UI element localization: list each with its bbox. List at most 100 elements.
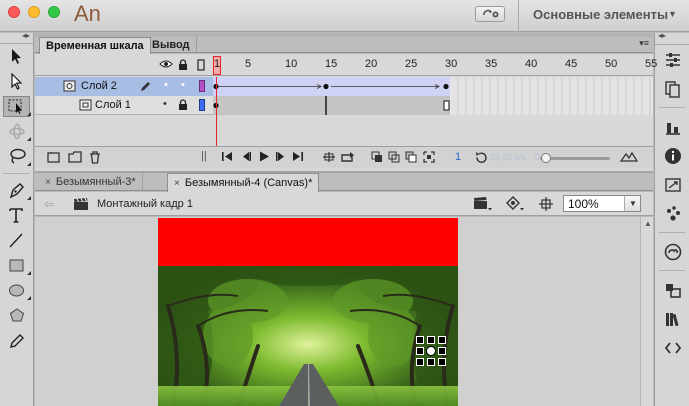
frame-ruler[interactable]: 1 5 10 15 20 25 30 35 40 45 50 55 60 [213, 54, 657, 76]
transform-handle-bottom-left[interactable] [416, 358, 424, 366]
panel-splitter-grip[interactable]: || [201, 150, 207, 162]
3d-rotation-icon [9, 123, 25, 140]
history-icon[interactable] [475, 151, 488, 164]
tree-tunnel-photo[interactable] [158, 266, 458, 406]
transform-panel-button[interactable] [655, 170, 689, 199]
close-tab-icon[interactable]: × [45, 177, 51, 188]
scroll-up-icon[interactable]: ▲ [644, 219, 652, 228]
subselection-tool[interactable] [0, 69, 34, 94]
tab-document-3[interactable]: × Безымянный-3* [39, 173, 143, 191]
pencil-icon [10, 334, 24, 348]
zoom-window-button[interactable] [48, 6, 60, 18]
collapse-panel-icon[interactable]: ◂▸ [22, 31, 30, 40]
ruler-label: 45 [565, 58, 578, 70]
outline-icon[interactable] [197, 59, 205, 71]
layer-color-swatch[interactable] [199, 99, 205, 111]
transform-handle-top-right[interactable] [438, 336, 446, 344]
stage-canvas[interactable] [158, 218, 458, 406]
edit-multiple-frames-icon[interactable] [405, 151, 417, 163]
components-panel-button[interactable] [655, 275, 689, 304]
properties-panel-button[interactable] [655, 45, 689, 74]
free-transform-tool[interactable] [0, 94, 34, 119]
layer-color-swatch[interactable] [199, 80, 205, 92]
line-tool[interactable] [0, 228, 34, 253]
sync-settings-button[interactable] [475, 6, 505, 22]
text-tool[interactable] [0, 203, 34, 228]
tab-timeline[interactable]: Временная шкала [39, 37, 151, 54]
lock-dot[interactable]: • [181, 79, 185, 91]
timeline-zoom-thumb[interactable] [541, 153, 551, 163]
cc-libraries-button[interactable] [655, 237, 689, 266]
panel-dock-grip[interactable]: ◂▸ [655, 31, 689, 45]
fps-readout[interactable]: 25,00 к/с [490, 152, 526, 162]
oval-tool[interactable] [0, 278, 34, 303]
onion-skin-outlines-icon[interactable] [388, 151, 400, 163]
vertical-scrollbar[interactable]: ▲ [640, 217, 653, 406]
lock-icon[interactable] [178, 99, 188, 111]
transform-handle-top-left[interactable] [416, 336, 424, 344]
play-icon[interactable] [258, 151, 270, 162]
library-panel-button[interactable] [655, 74, 689, 103]
color-panel-button[interactable] [655, 199, 689, 228]
close-window-button[interactable] [8, 6, 20, 18]
zoom-select[interactable]: 100% ▼ [563, 195, 641, 212]
zoom-mountains-icon[interactable] [620, 151, 638, 162]
new-layer-icon[interactable] [47, 151, 60, 163]
tools-panel-grip[interactable]: ◂▸ [0, 31, 33, 44]
visibility-dot[interactable]: • [164, 79, 168, 91]
tab-document-4[interactable]: × Безымянный-4 (Canvas)* [167, 173, 320, 192]
layer-name[interactable]: Слой 2 [81, 80, 117, 92]
polystar-tool[interactable] [0, 303, 34, 328]
transform-point[interactable] [426, 346, 436, 356]
go-to-last-icon[interactable] [292, 151, 304, 162]
new-folder-icon[interactable] [68, 151, 82, 163]
lock-icon[interactable] [178, 59, 188, 71]
trash-icon[interactable] [89, 151, 101, 164]
transform-handle-top[interactable] [427, 336, 435, 344]
info-panel-button[interactable] [655, 141, 689, 170]
panel-menu-icon[interactable]: ▾≡ [639, 38, 649, 49]
step-forward-icon[interactable] [275, 151, 287, 162]
motion-presets-button[interactable] [655, 304, 689, 333]
edit-scene-icon[interactable] [473, 196, 493, 212]
lasso-tool[interactable] [0, 144, 34, 169]
tab-output[interactable]: Вывод [146, 37, 197, 53]
chevron-down-icon[interactable]: ▼ [668, 9, 677, 19]
modify-markers-icon[interactable] [423, 151, 435, 163]
collapse-panel-icon[interactable]: ◂▸ [658, 31, 666, 40]
lasso-icon [10, 148, 26, 164]
back-arrow-icon[interactable]: ⇦ [44, 197, 54, 211]
tool-flyout-indicator [27, 162, 31, 166]
current-frame-value[interactable]: 1 [455, 151, 461, 163]
center-frame-icon[interactable] [322, 151, 336, 163]
transform-handle-right[interactable] [438, 347, 446, 355]
workspace-switcher[interactable]: Основные элементы [533, 7, 668, 22]
transform-handle-left[interactable] [416, 347, 424, 355]
eye-icon[interactable] [159, 59, 173, 69]
rectangle-tool[interactable] [0, 253, 34, 278]
pencil-tool[interactable] [0, 328, 34, 353]
selection-tool[interactable] [0, 44, 34, 69]
step-back-icon[interactable] [240, 151, 252, 162]
visibility-dot[interactable]: • [163, 98, 167, 110]
code-snippets-button[interactable] [655, 333, 689, 362]
center-stage-icon[interactable] [538, 196, 554, 212]
edit-symbols-icon[interactable] [505, 196, 525, 212]
layer-name[interactable]: Слой 1 [95, 99, 131, 111]
go-to-first-icon[interactable] [221, 151, 233, 162]
red-rectangle[interactable] [158, 218, 458, 266]
transform-handle-bottom[interactable] [427, 358, 435, 366]
minimize-window-button[interactable] [28, 6, 40, 18]
pasteboard[interactable]: ▲ [35, 217, 653, 406]
close-tab-icon[interactable]: × [174, 178, 180, 189]
onion-skin-icon[interactable] [371, 151, 383, 163]
zoom-dropdown-button[interactable]: ▼ [624, 196, 640, 211]
3d-rotation-tool[interactable] [0, 119, 34, 144]
zoom-value: 100% [568, 197, 599, 211]
loop-icon[interactable] [340, 151, 356, 163]
frame-grid[interactable] [213, 77, 653, 115]
transform-handle-bottom-right[interactable] [438, 358, 446, 366]
pen-tool[interactable] [0, 178, 34, 203]
align-panel-button[interactable] [655, 112, 689, 141]
transform-handles[interactable] [416, 336, 446, 366]
